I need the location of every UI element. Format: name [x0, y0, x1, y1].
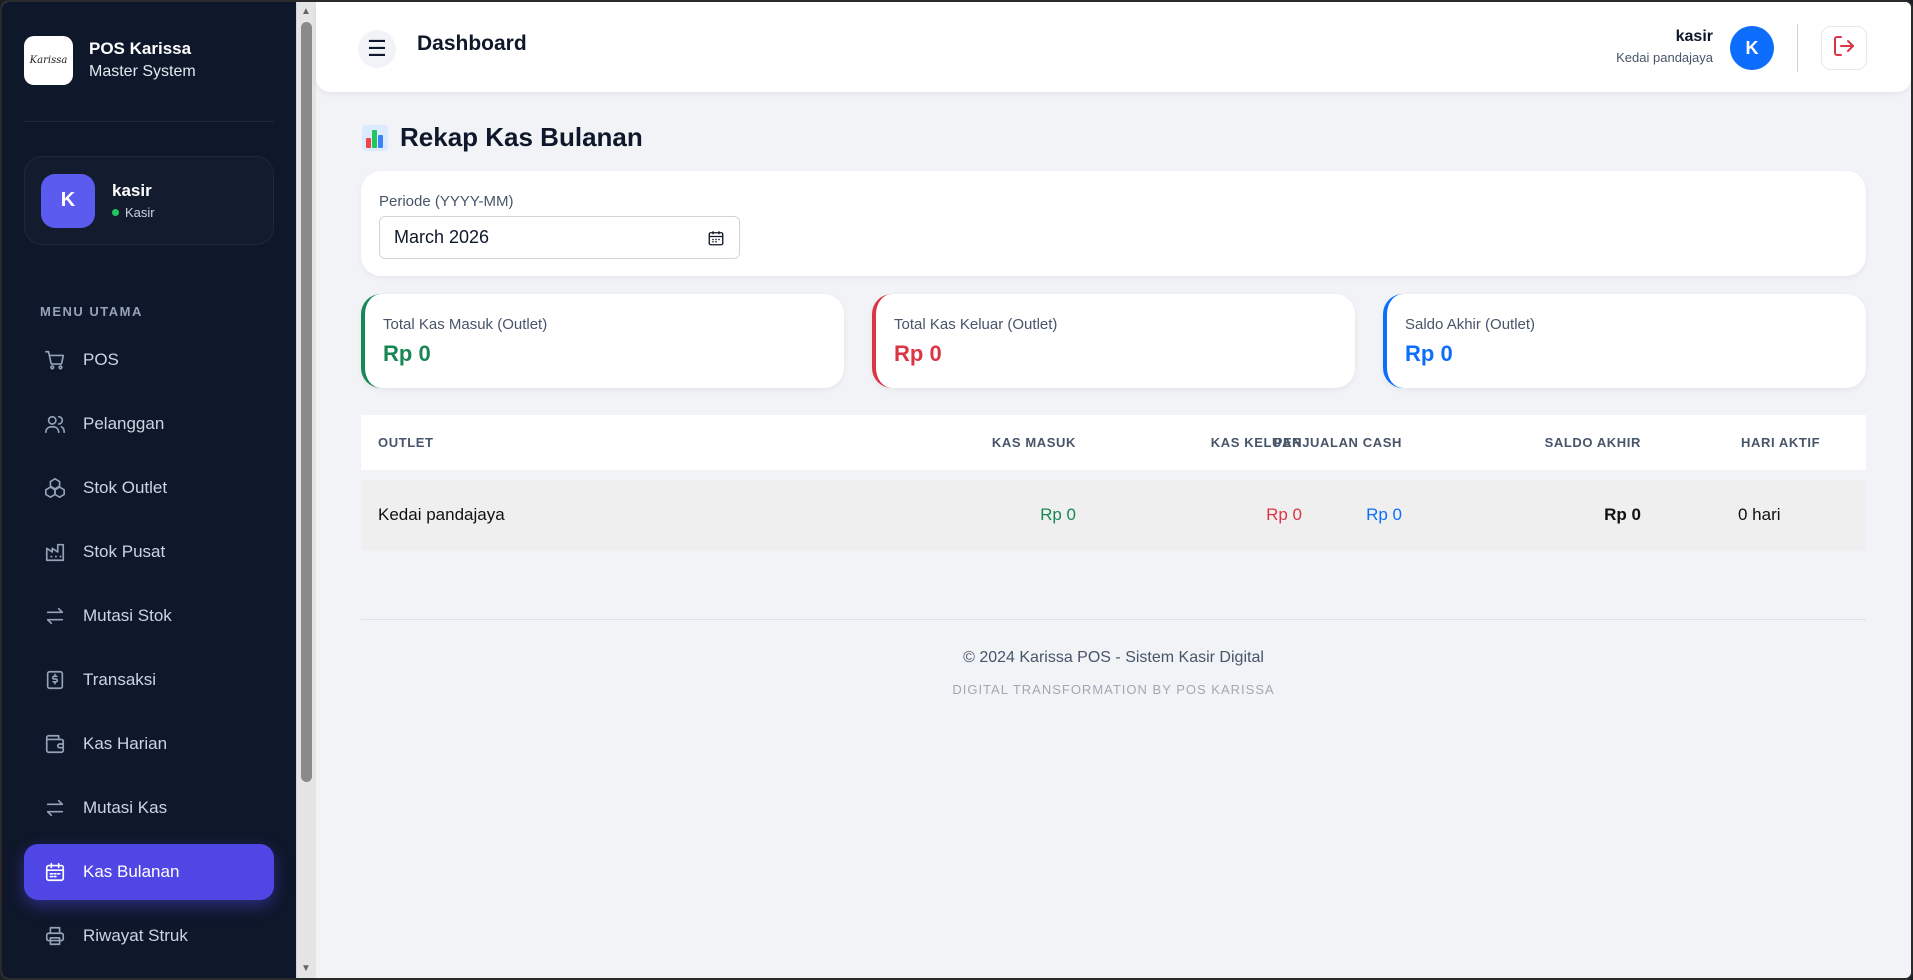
avatar: K	[41, 173, 95, 228]
stat-card-saldo-akhir: Saldo Akhir (Outlet) Rp 0	[1383, 294, 1866, 388]
page-header-title: Dashboard	[417, 32, 527, 55]
divider	[1797, 24, 1798, 72]
column-header-hari-aktif: HARI AKTIF	[1741, 435, 1821, 450]
footer-copyright: © 2024 Karissa POS - Sistem Kasir Digita…	[963, 649, 1264, 666]
menu-section-label: MENU UTAMA	[40, 304, 143, 319]
stat-card-kas-keluar: Total Kas Keluar (Outlet) Rp 0	[872, 294, 1355, 388]
topbar-user: kasir Kedai pandajaya	[1616, 28, 1713, 65]
column-header-penjualan-cash-text: PENJUALAN CASH	[1273, 435, 1402, 450]
sidebar-item-label: Transaksi	[83, 670, 157, 689]
brand-logo-text: Karissa	[29, 55, 68, 66]
brand[interactable]: Karissa POS Karissa Master System	[24, 36, 196, 85]
sidebar-item-pos[interactable]: POS	[24, 332, 274, 388]
boxes-icon	[44, 477, 66, 499]
scroll-up-arrow-icon[interactable]: ▲	[301, 6, 311, 17]
stat-value: Rp 0	[894, 341, 942, 366]
period-filter-card: Periode (YYYY-MM) March 2026	[361, 171, 1866, 276]
topbar-outlet-name: Kedai pandajaya	[1616, 50, 1713, 65]
logout-icon	[1832, 34, 1856, 63]
brand-logo: Karissa	[24, 36, 73, 85]
sidebar-item-label: Mutasi Kas	[83, 798, 168, 817]
stat-label: Total Kas Masuk (Outlet)	[383, 316, 548, 333]
sidebar-item-label: Mutasi Stok	[83, 606, 172, 625]
sidebar-item-label: POS	[83, 350, 119, 369]
user-name: kasir	[112, 181, 152, 200]
receipt-icon	[44, 669, 66, 691]
cell-saldo-akhir: Rp 0	[1604, 505, 1641, 524]
stat-card-kas-masuk: Total Kas Masuk (Outlet) Rp 0	[361, 294, 844, 388]
sidebar-menu: POS Pelanggan Stok Outlet Stok Pusat Mut…	[24, 332, 274, 972]
rekap-table: OUTLET KAS MASUK KAS KELUAR PENJUALAN CA…	[361, 415, 1866, 550]
sidebar-item-label: Pelanggan	[83, 414, 165, 433]
sidebar-item-mutasi-stok[interactable]: Mutasi Stok	[24, 588, 274, 644]
sidebar-item-label: Stok Pusat	[83, 542, 166, 561]
user-card: K kasir Kasir	[24, 156, 274, 245]
transfer-icon	[44, 605, 66, 627]
menu-toggle-button[interactable]: ☰	[358, 30, 396, 68]
page-title: Rekap Kas Bulanan	[362, 122, 643, 153]
factory-icon	[44, 541, 66, 563]
topbar-user-name: kasir	[1675, 28, 1713, 45]
sidebar-item-stok-outlet[interactable]: Stok Outlet	[24, 460, 274, 516]
divider	[24, 121, 274, 122]
footer-divider	[361, 619, 1866, 620]
sidebar-item-kas-harian[interactable]: Kas Harian	[24, 716, 274, 772]
table-header: OUTLET KAS MASUK KAS KELUAR PENJUALAN CA…	[361, 415, 1866, 470]
cell-kas-keluar: Rp 0	[1266, 505, 1302, 524]
page-title-text: Rekap Kas Bulanan	[400, 122, 643, 152]
sidebar-item-kas-bulanan[interactable]: Kas Bulanan	[24, 844, 274, 900]
topbar: ☰ Dashboard kasir Kedai pandajaya K	[316, 2, 1911, 92]
wallet-icon	[44, 733, 66, 755]
cell-penjualan-cash: Rp 0	[1366, 505, 1402, 524]
sidebar-item-mutasi-kas[interactable]: Mutasi Kas	[24, 780, 274, 836]
period-label: Periode (YYYY-MM)	[379, 193, 514, 210]
cell-outlet: Kedai pandajaya	[378, 505, 505, 524]
online-status-dot	[112, 209, 119, 216]
stat-label: Total Kas Keluar (Outlet)	[894, 316, 1058, 333]
brand-subtitle: Master System	[89, 62, 196, 80]
sidebar-item-riwayat-struk[interactable]: Riwayat Struk	[24, 908, 274, 964]
user-role: Kasir	[125, 205, 155, 220]
bar-chart-icon	[362, 124, 388, 151]
users-icon	[44, 413, 66, 435]
sidebar-item-label: Riwayat Struk	[83, 926, 188, 945]
sidebar-item-stok-pusat[interactable]: Stok Pusat	[24, 524, 274, 580]
sidebar-item-label: Kas Bulanan	[83, 862, 180, 881]
column-header-outlet: OUTLET	[378, 435, 434, 450]
period-month-input[interactable]: March 2026	[379, 216, 740, 259]
brand-title: POS Karissa	[89, 38, 192, 58]
topbar-avatar[interactable]: K	[1730, 26, 1774, 70]
stat-value: Rp 0	[383, 341, 431, 366]
sidebar: Karissa POS Karissa Master System K kasi…	[2, 2, 296, 978]
transfer-icon	[44, 797, 66, 819]
cell-kas-masuk: Rp 0	[1040, 505, 1076, 524]
footer-tagline: DIGITAL TRANSFORMATION BY POS KARISSA	[952, 682, 1275, 697]
sidebar-scrollbar[interactable]: ▲ ▼	[296, 2, 316, 978]
period-value: March 2026	[394, 227, 490, 247]
sidebar-item-label: Stok Outlet	[83, 478, 168, 497]
cell-hari-aktif: 0 hari	[1738, 505, 1781, 524]
stat-value: Rp 0	[1405, 341, 1453, 366]
hamburger-icon: ☰	[367, 36, 387, 61]
stat-label: Saldo Akhir (Outlet)	[1405, 316, 1536, 333]
calendar-icon	[44, 861, 66, 883]
column-header-kas-masuk: KAS MASUK	[991, 435, 1076, 450]
sidebar-item-pelanggan[interactable]: Pelanggan	[24, 396, 274, 452]
sidebar-item-label: Kas Harian	[83, 734, 168, 753]
scroll-down-arrow-icon[interactable]: ▼	[301, 963, 311, 974]
scrollbar-thumb[interactable]	[301, 22, 312, 782]
cart-icon	[44, 349, 66, 371]
app-window: Karissa POS Karissa Master System K kasi…	[0, 0, 1913, 980]
logout-button[interactable]	[1821, 26, 1867, 70]
column-header-saldo-akhir: SALDO AKHIR	[1544, 435, 1641, 450]
printer-icon	[44, 925, 66, 947]
table-row[interactable]: Kedai pandajaya Rp 0 Rp 0 Rp 0 Rp 0 0 ha…	[361, 480, 1866, 550]
calendar-icon[interactable]	[707, 229, 725, 252]
sidebar-item-transaksi[interactable]: Transaksi	[24, 652, 274, 708]
main-content: ☰ Dashboard kasir Kedai pandajaya K Reka…	[316, 2, 1911, 978]
